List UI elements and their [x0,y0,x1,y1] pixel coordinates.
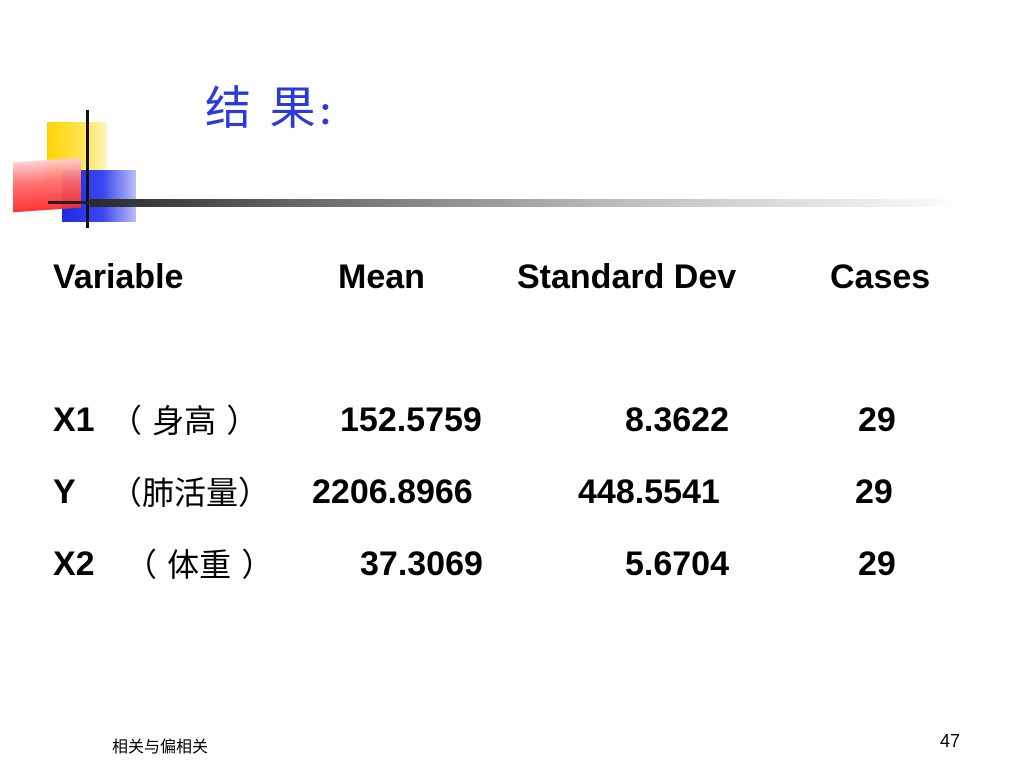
row-3-var-code: X2 [53,545,95,583]
row-3-cases: 29 [858,545,896,583]
row-1-mean: 152.5759 [340,401,482,439]
row-2-std: 448.5541 [578,473,720,511]
page-number: 47 [940,731,961,751]
row-1-var-code: X1 [53,401,95,439]
row-2-mean: 2206.8966 [312,473,473,511]
title-underline-rule [90,199,970,207]
header-variable: Variable [53,258,184,296]
row-2-var-label: （肺活量） [110,474,271,512]
header-cases: Cases [830,258,931,296]
row-3-std: 5.6704 [625,545,729,583]
footer-topic: 相关与偏相关 [112,737,209,756]
vertical-line-decoration [86,110,89,228]
row-1-std: 8.3622 [625,401,729,439]
red-square-decoration [13,157,81,213]
row-3-var-label: （ 体重 ） [125,546,274,584]
slide-title: 结 果: [205,81,336,135]
header-mean: Mean [338,258,425,296]
row-1-cases: 29 [858,401,896,439]
row-3-mean: 37.3069 [360,545,483,583]
row-2-var-code: Y [53,473,76,511]
row-2-cases: 29 [855,473,893,511]
header-standard-dev: Standard Dev [517,258,737,296]
row-1-var-label: （ 身高 ） [110,402,259,440]
slide: 结 果: Variable Mean Standard Dev Cases X1… [0,0,1024,768]
